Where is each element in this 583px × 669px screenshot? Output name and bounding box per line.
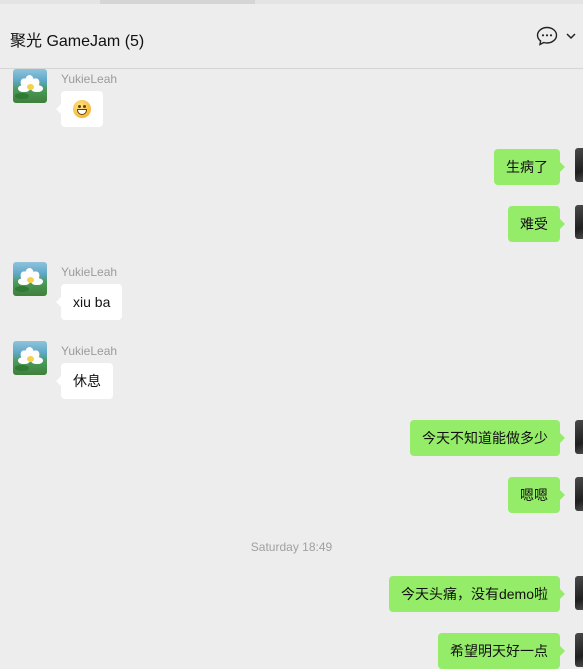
- message-bubble-outgoing[interactable]: 今天不知道能做多少: [410, 420, 565, 456]
- message-bubble-outgoing[interactable]: 希望明天好一点: [438, 633, 565, 669]
- avatar-yukieleah[interactable]: [13, 341, 47, 375]
- message-bubble-outgoing[interactable]: 今天头痛，没有demo啦: [388, 576, 566, 612]
- message-bubble-incoming[interactable]: [56, 91, 103, 127]
- chat-bubble-icon[interactable]: [536, 26, 558, 46]
- chat-title: 聚光 GameJam (5): [10, 33, 145, 50]
- grinning-emoji-icon: [73, 99, 91, 118]
- avatar-self[interactable]: [575, 205, 583, 239]
- avatar-self[interactable]: [575, 633, 583, 667]
- avatar-yukieleah[interactable]: [13, 69, 47, 103]
- avatar-self[interactable]: [575, 148, 583, 182]
- sender-name: YukieLeah: [61, 344, 118, 358]
- message-bubble-incoming[interactable]: 休息: [56, 363, 113, 399]
- sender-name: YukieLeah: [61, 72, 118, 86]
- chevron-down-icon[interactable]: [565, 30, 577, 42]
- message-bubble-outgoing[interactable]: 嗯嗯: [508, 477, 565, 513]
- message-bubble-outgoing[interactable]: 生病了: [494, 149, 565, 185]
- avatar-yukieleah[interactable]: [13, 262, 47, 296]
- sender-name: YukieLeah: [61, 265, 118, 279]
- avatar-self[interactable]: [575, 477, 583, 511]
- message-bubble-outgoing[interactable]: 难受: [508, 206, 565, 242]
- avatar-self[interactable]: [575, 576, 583, 610]
- avatar-self[interactable]: [575, 420, 583, 454]
- chat-header: 聚光 GameJam (5): [0, 4, 583, 69]
- message-bubble-incoming[interactable]: xiu ba: [55, 284, 123, 320]
- message-timestamp: Saturday 18:49: [250, 540, 333, 554]
